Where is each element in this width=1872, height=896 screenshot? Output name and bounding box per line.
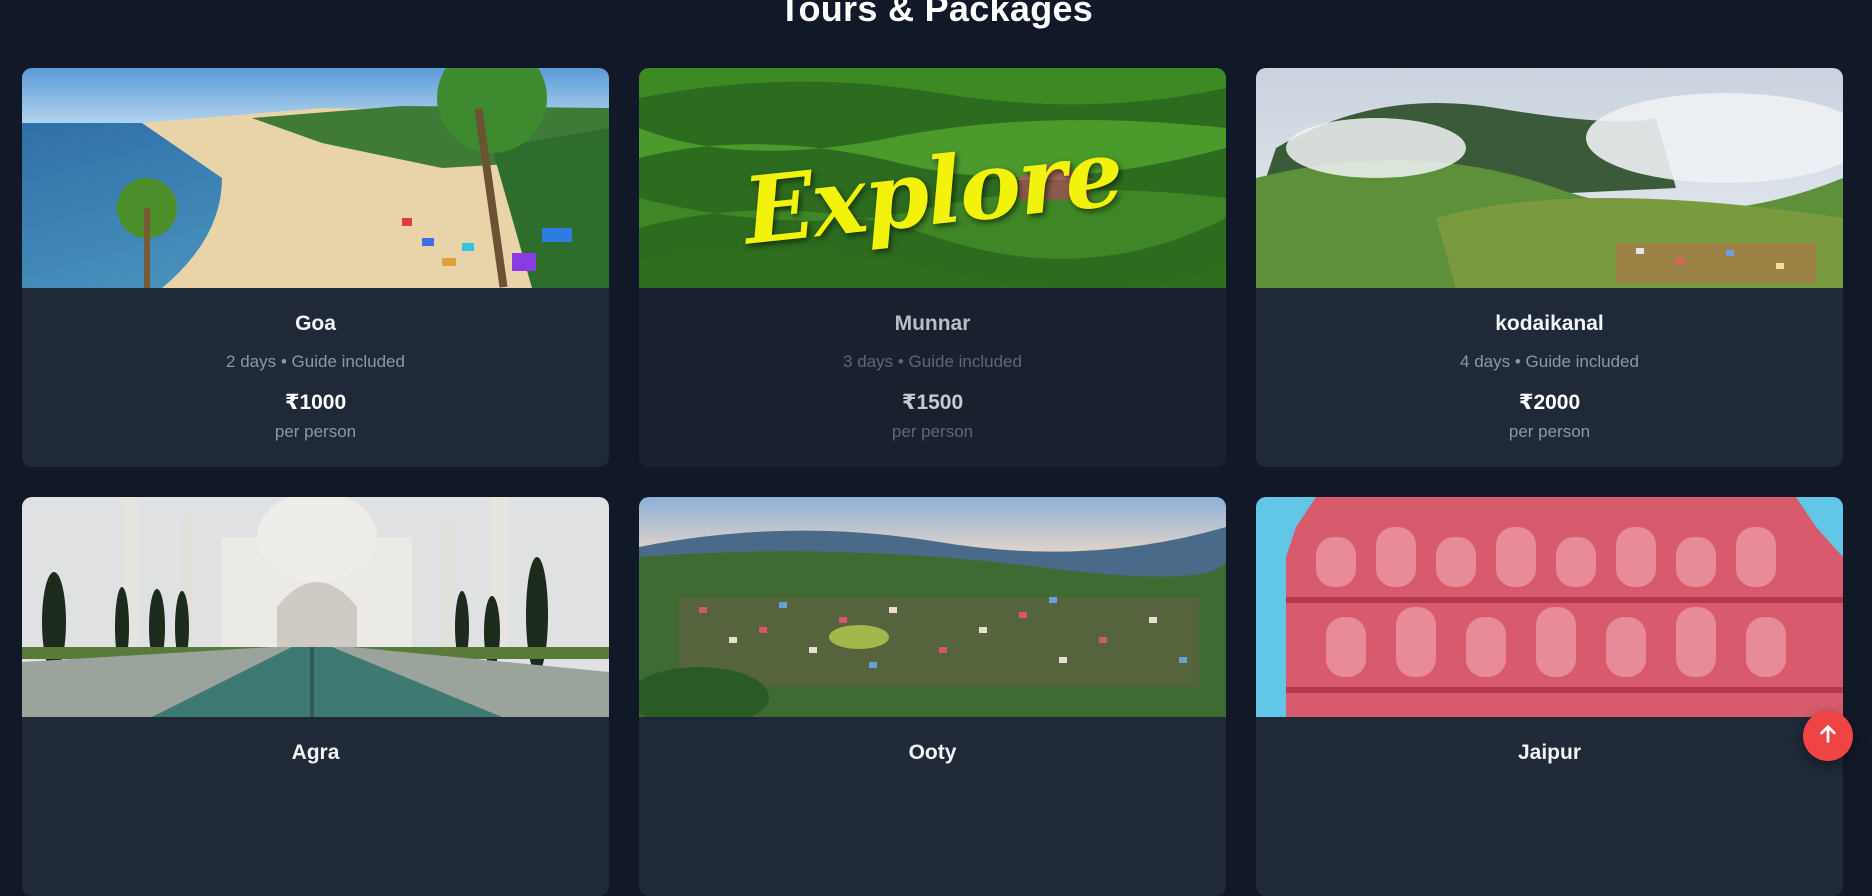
tour-card-jaipur[interactable]: Jaipur: [1256, 497, 1843, 896]
tour-card-agra[interactable]: Agra: [22, 497, 609, 896]
tour-name: Agra: [291, 741, 340, 764]
tour-meta: 3 days • Guide included: [843, 352, 1022, 371]
tour-name: Goa: [295, 312, 336, 335]
tours-grid: Goa 2 days • Guide included ₹1000 per pe…: [22, 68, 1844, 896]
section-title: Tours & Packages: [778, 0, 1094, 29]
tour-price-unit: per person: [1508, 422, 1591, 441]
tour-card-goa[interactable]: Goa 2 days • Guide included ₹1000 per pe…: [22, 68, 609, 467]
jaipur-photo: [1256, 497, 1843, 717]
munnar-photo: Explore: [639, 68, 1226, 288]
tour-card-munnar[interactable]: Explore Munnar 3 days • Guide included ₹…: [639, 68, 1226, 467]
tour-price: ₹2000: [1518, 391, 1581, 414]
tour-price: ₹1500: [901, 391, 964, 414]
goa-photo: [22, 68, 609, 288]
tour-card-kodaikanal[interactable]: kodaikanal 4 days • Guide included ₹2000…: [1256, 68, 1843, 467]
tour-name: Jaipur: [1517, 741, 1582, 764]
tour-name: Ooty: [908, 741, 957, 764]
tour-name: kodaikanal: [1495, 312, 1604, 335]
tour-price-unit: per person: [274, 422, 357, 441]
kodaikanal-photo: [1256, 68, 1843, 288]
tour-price-unit: per person: [891, 422, 974, 441]
scroll-to-top-button[interactable]: [1803, 711, 1853, 761]
agra-photo: [22, 497, 609, 717]
arrow-up-icon: [1817, 723, 1839, 750]
tour-card-ooty[interactable]: Ooty: [639, 497, 1226, 896]
tour-meta: 2 days • Guide included: [226, 352, 405, 371]
tour-name: Munnar: [894, 312, 971, 335]
tour-price: ₹1000: [284, 391, 347, 414]
tour-meta: 4 days • Guide included: [1460, 352, 1639, 371]
ooty-photo: [639, 497, 1226, 717]
